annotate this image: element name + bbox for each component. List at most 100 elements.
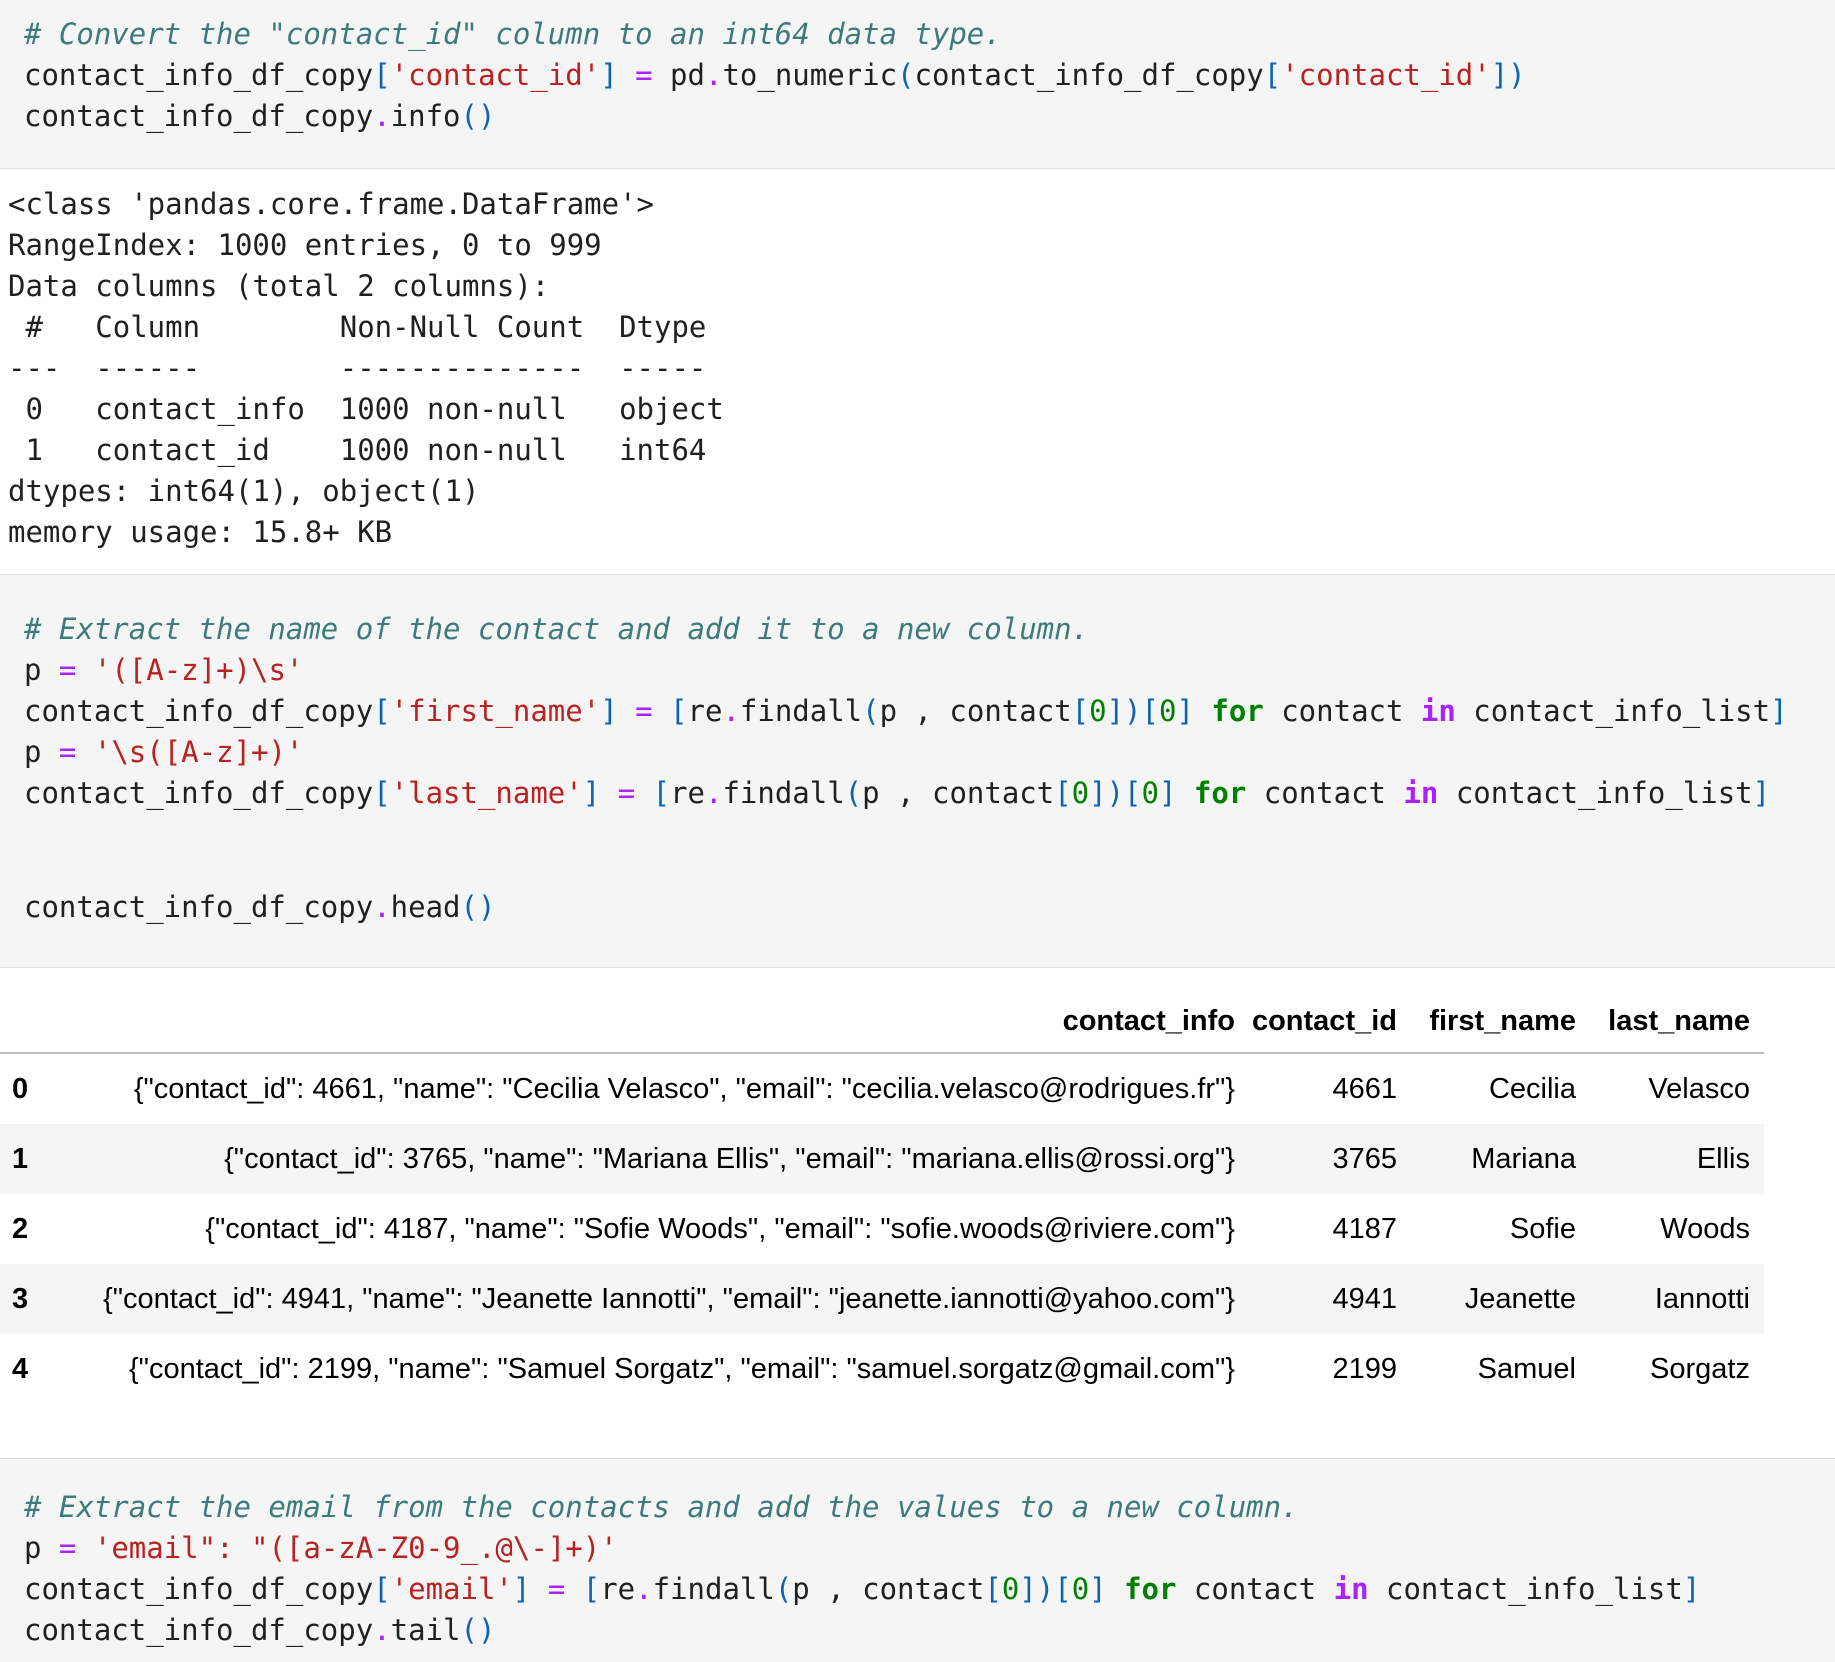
code-line: contact_info_df_copy.head() [24,887,495,928]
code-token: . [635,1572,652,1606]
table-row: 1 {"contact_id": 3765, "name": "Mariana … [0,1124,1764,1194]
code-token: 0 [1089,694,1106,728]
code-token: ] [513,1572,530,1606]
code-token: for [1194,776,1246,810]
cell-last-name: Woods [1590,1194,1764,1264]
code-token: contact [1264,694,1421,728]
code-token: [ [373,1572,390,1606]
code-token: contact [1176,1572,1333,1606]
code-line: contact_info_df_copy['email'] = [re.find… [24,1569,1700,1610]
code-comment: # Extract the name of the contact and ad… [24,609,1089,650]
code-token: contact_info_list [1369,1572,1683,1606]
code-token: = [530,1572,582,1606]
output-line: 1 contact_id 1000 non-null int64 [8,430,724,471]
output-cell-1: <class 'pandas.core.frame.DataFrame'> Ra… [0,169,1835,574]
code-token: ] [1683,1572,1700,1606]
code-token: 0 [1072,776,1089,810]
table-row: 4 {"contact_id": 2199, "name": "Samuel S… [0,1334,1764,1404]
row-index: 4 [0,1334,57,1404]
code-token: p [24,735,41,769]
divider [0,967,1835,968]
cell-first-name: Samuel [1411,1334,1590,1404]
code-token: p , contact [862,776,1054,810]
code-token: [ [373,58,390,92]
code-token: . [373,99,390,133]
code-token: contact [1246,776,1403,810]
code-token: = [41,735,93,769]
code-token: contact_info_df_copy [24,694,373,728]
cell-contact-id: 3765 [1249,1124,1411,1194]
code-token: ( [897,58,914,92]
code-token: 0 [1159,694,1176,728]
code-token: ])[ [1019,1572,1071,1606]
code-token: findall [740,694,862,728]
output-line: dtypes: int64(1), object(1) [8,471,479,512]
code-token: 'email' [391,1572,513,1606]
code-line: contact_info_df_copy['contact_id'] = pd.… [24,55,1526,96]
code-token: [ [984,1572,1001,1606]
code-token: re [670,776,705,810]
code-token: ) [1508,58,1525,92]
code-cell-1[interactable]: # Convert the "contact_id" column to an … [0,0,1835,168]
code-token: info [391,99,461,133]
code-token: ] [1770,694,1787,728]
code-token: () [461,1613,496,1647]
code-token: findall [722,776,844,810]
code-line: contact_info_df_copy['last_name'] = [re.… [24,773,1770,814]
code-token: for [1124,1572,1176,1606]
code-line: contact_info_df_copy.tail() [24,1610,495,1651]
code-token: in [1421,694,1456,728]
code-token: [ [1054,776,1071,810]
code-cell-3[interactable]: # Extract the email from the contacts an… [0,1459,1835,1662]
cell-contact-id: 4941 [1249,1264,1411,1334]
cell-last-name: Ellis [1590,1124,1764,1194]
code-token: contact_info_list [1438,776,1752,810]
code-token: [ [373,694,390,728]
code-token: . [705,776,722,810]
code-token: () [461,890,496,924]
code-token: contact_info_df_copy [24,776,373,810]
output-line: <class 'pandas.core.frame.DataFrame'> [8,184,654,225]
code-token: = [618,58,670,92]
code-token: contact_info_list [1456,694,1770,728]
cell-contact-id: 4661 [1249,1053,1411,1124]
code-token: 0 [1002,1572,1019,1606]
code-token: 'first_name' [391,694,601,728]
code-token: ] [583,776,600,810]
code-token: ])[ [1089,776,1141,810]
code-token: 0 [1142,776,1159,810]
code-token: 'last_name' [391,776,583,810]
comment-text: # Convert the "contact_id" column to an … [24,17,1002,51]
code-token: ] [600,58,617,92]
code-comment: # Convert the "contact_id" column to an … [24,14,1002,55]
code-line: contact_info_df_copy.info() [24,96,495,137]
output-line: Data columns (total 2 columns): [8,266,549,307]
code-token: = [618,694,670,728]
code-token: ] [1159,776,1194,810]
cell-last-name: Velasco [1590,1053,1764,1124]
code-line: p = '\s([A-z]+)' [24,732,303,773]
cell-contact-info: {"contact_id": 3765, "name": "Mariana El… [57,1124,1249,1194]
code-token: [ [670,694,687,728]
index-header [0,990,57,1053]
code-token: contact_info_df_copy [24,1572,373,1606]
code-token: = [41,653,93,687]
code-token: ] [1753,776,1770,810]
code-token: . [705,58,722,92]
code-token: = [41,1531,93,1565]
cell-last-name: Sorgatz [1590,1334,1764,1404]
code-token: contact_info_df_copy [915,58,1264,92]
code-token: findall [653,1572,775,1606]
code-token: ( [862,694,879,728]
cell-first-name: Jeanette [1411,1264,1590,1334]
code-comment: # Extract the email from the contacts an… [24,1487,1299,1528]
code-token: . [373,1613,390,1647]
code-token: for [1211,694,1263,728]
code-token: [ [1264,58,1281,92]
code-token: [ [1072,694,1089,728]
code-token: head [391,890,461,924]
code-token: re [600,1572,635,1606]
code-token: p [24,653,41,687]
column-header-contact-id: contact_id [1249,990,1411,1053]
code-cell-2[interactable]: # Extract the name of the contact and ad… [0,575,1835,967]
